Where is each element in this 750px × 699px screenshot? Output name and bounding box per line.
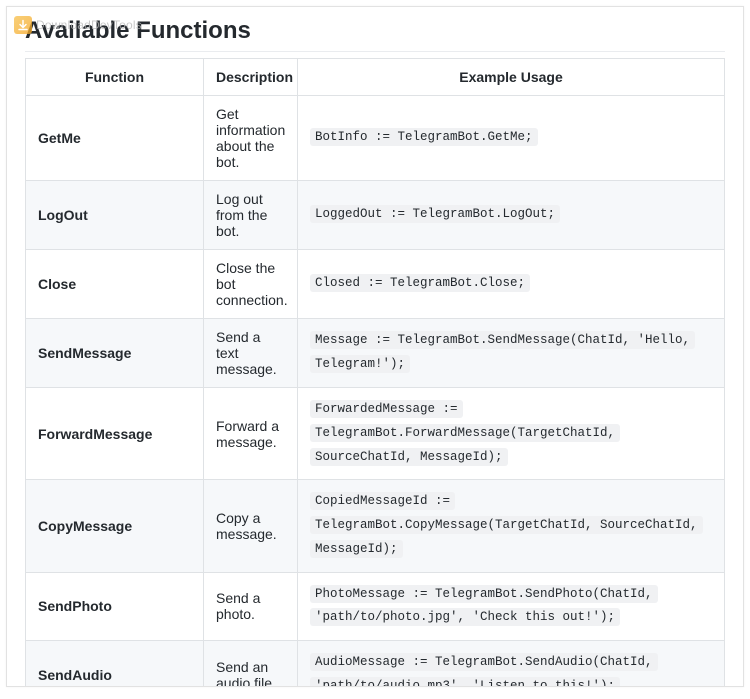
function-name: SendAudio [26,641,204,688]
function-name: ForwardMessage [26,388,204,480]
table-row: Close Close the bot connection. Closed :… [26,250,725,319]
function-example: Closed := TelegramBot.Close; [298,250,725,319]
functions-table: Function Description Example Usage GetMe… [25,58,725,687]
example-code: Message := TelegramBot.SendMessage(ChatI… [310,331,695,373]
example-code: ForwardedMessage := TelegramBot.ForwardM… [310,400,620,466]
table-row: SendAudio Send an audio file. AudioMessa… [26,641,725,688]
example-code: PhotoMessage := TelegramBot.SendPhoto(Ch… [310,585,658,627]
function-description: Get information about the bot. [204,96,298,181]
page-title: Available Functions [25,17,725,52]
table-row: GetMe Get information about the bot. Bot… [26,96,725,181]
example-code: BotInfo := TelegramBot.GetMe; [310,128,538,146]
function-description: Close the bot connection. [204,250,298,319]
table-header-row: Function Description Example Usage [26,59,725,96]
function-example: ForwardedMessage := TelegramBot.ForwardM… [298,388,725,480]
col-header-example: Example Usage [298,59,725,96]
function-example: PhotoMessage := TelegramBot.SendPhoto(Ch… [298,572,725,641]
table-row: SendMessage Send a text message. Message… [26,319,725,388]
function-description: Copy a message. [204,480,298,572]
example-code: LoggedOut := TelegramBot.LogOut; [310,205,560,223]
function-description: Send an audio file. [204,641,298,688]
table-row: CopyMessage Copy a message. CopiedMessag… [26,480,725,572]
example-code: Closed := TelegramBot.Close; [310,274,530,292]
col-header-function: Function [26,59,204,96]
table-row: LogOut Log out from the bot. LoggedOut :… [26,181,725,250]
function-example: Message := TelegramBot.SendMessage(ChatI… [298,319,725,388]
function-description: Send a photo. [204,572,298,641]
function-name: SendPhoto [26,572,204,641]
function-name: Close [26,250,204,319]
table-row: ForwardMessage Forward a message. Forwar… [26,388,725,480]
example-code: AudioMessage := TelegramBot.SendAudio(Ch… [310,653,658,687]
function-example: CopiedMessageId := TelegramBot.CopyMessa… [298,480,725,572]
example-code: CopiedMessageId := TelegramBot.CopyMessa… [310,492,703,558]
function-description: Send a text message. [204,319,298,388]
function-name: LogOut [26,181,204,250]
function-name: SendMessage [26,319,204,388]
col-header-description: Description [204,59,298,96]
function-description: Forward a message. [204,388,298,480]
document-page: Available Functions Function Description… [6,6,744,687]
function-example: LoggedOut := TelegramBot.LogOut; [298,181,725,250]
function-description: Log out from the bot. [204,181,298,250]
function-name: CopyMessage [26,480,204,572]
function-name: GetMe [26,96,204,181]
table-row: SendPhoto Send a photo. PhotoMessage := … [26,572,725,641]
function-example: BotInfo := TelegramBot.GetMe; [298,96,725,181]
function-example: AudioMessage := TelegramBot.SendAudio(Ch… [298,641,725,688]
